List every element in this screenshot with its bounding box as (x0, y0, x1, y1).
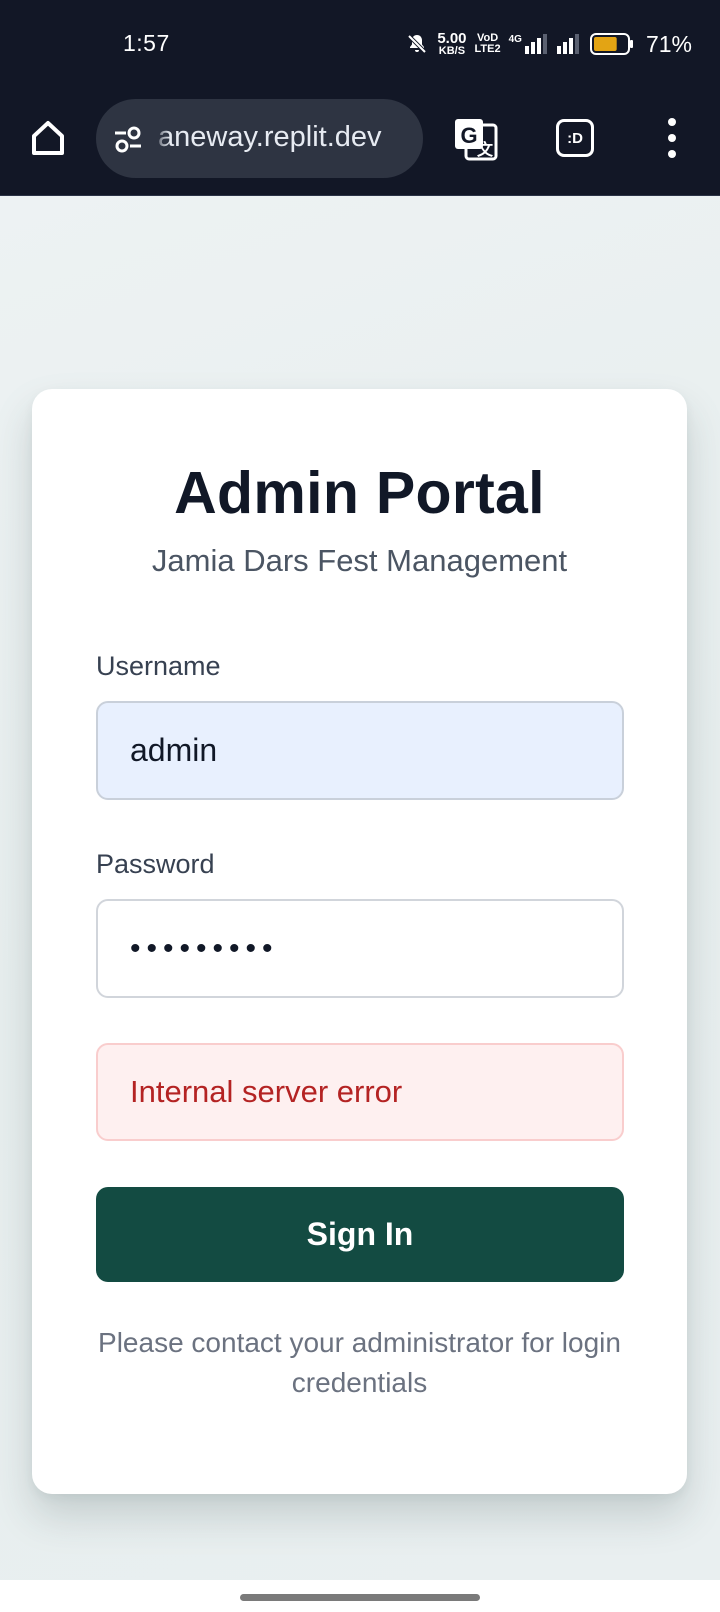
home-indicator[interactable] (240, 1594, 480, 1601)
net-speed-value: 5.00 (437, 29, 467, 47)
svg-text:G: G (460, 123, 477, 148)
more-vert-icon[interactable] (660, 114, 684, 162)
svg-text:文: 文 (477, 140, 494, 159)
network-type-indicator: 4G (509, 34, 548, 54)
browser-toolbar: aneway.replit.dev G 文 :D (0, 92, 720, 196)
menu-dot (668, 118, 676, 126)
menu-dot (668, 134, 676, 142)
battery-percent: 71% (645, 30, 692, 57)
help-text: Please contact your administrator for lo… (98, 1327, 621, 1398)
muted-bell-icon (407, 34, 427, 54)
username-input[interactable]: admin (96, 701, 624, 800)
page-background: Admin Portal Jamia Dars Fest Management … (0, 196, 720, 1580)
home-icon (32, 121, 64, 155)
password-input[interactable]: ••••••••• (96, 899, 624, 998)
login-card: Admin Portal Jamia Dars Fest Management … (32, 389, 687, 1494)
home-button[interactable] (26, 116, 70, 160)
page-title: Admin Portal (174, 460, 545, 526)
gesture-nav-bar (0, 1580, 720, 1612)
address-bar[interactable]: aneway.replit.dev (96, 99, 423, 178)
volte-indicator: VoD LTE2 (475, 33, 501, 55)
battery-icon (589, 33, 633, 55)
error-alert: Internal server error (96, 1043, 624, 1141)
translate-icon: G 文 (455, 119, 498, 161)
error-message: Internal server error (130, 1074, 403, 1109)
translate-button[interactable]: G 文 (452, 115, 500, 163)
username-label: Username (96, 651, 221, 681)
signal-strength-icon-1 (524, 34, 547, 54)
password-value: ••••••••• (130, 931, 279, 965)
password-label: Password (96, 849, 215, 879)
net-speed-unit: KB/S (438, 44, 466, 57)
net-speed-indicator: 5.00 KB/S (437, 29, 467, 57)
extension-button[interactable]: :D (556, 119, 594, 157)
page-subtitle: Jamia Dars Fest Management (151, 543, 568, 578)
signal-strength-icon-2 (556, 34, 579, 54)
menu-dot (668, 150, 676, 158)
status-time: 1:57 (123, 30, 170, 56)
volte-bottom: LTE2 (474, 43, 501, 55)
status-bar: 1:57 5.00 KB/S VoD LTE2 4G 71% (0, 0, 720, 92)
username-value: admin (130, 732, 218, 768)
status-icons: 5.00 KB/S VoD LTE2 4G 71% (405, 28, 692, 60)
extension-icon: :D (567, 129, 583, 147)
site-settings-icon[interactable] (112, 123, 144, 155)
url-fade (152, 99, 170, 178)
sign-in-button[interactable]: Sign In (96, 1187, 624, 1282)
network-type-label: 4G (508, 34, 522, 45)
url-text[interactable]: aneway.replit.dev (158, 121, 382, 154)
